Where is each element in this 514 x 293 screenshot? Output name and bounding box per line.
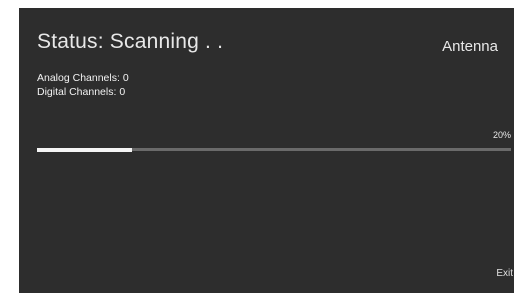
exit-button[interactable]: Exit xyxy=(496,268,513,279)
analog-channels-row: Analog Channels: 0 xyxy=(37,71,129,85)
progress-percent: 20% xyxy=(492,130,511,140)
signal-source: Antenna xyxy=(442,38,498,55)
digital-channels-row: Digital Channels: 0 xyxy=(37,85,129,99)
analog-channels-label: Analog Channels: xyxy=(37,72,120,84)
channel-counts: Analog Channels: 0 Digital Channels: 0 xyxy=(37,71,129,99)
scan-progress-bar xyxy=(37,147,511,152)
analog-channels-count: 0 xyxy=(122,72,129,84)
digital-channels-label: Digital Channels: xyxy=(37,86,117,98)
digital-channels-count: 0 xyxy=(119,86,126,98)
channel-scan-screen: Status: Scanning . . Antenna Analog Chan… xyxy=(19,8,514,293)
scan-status: Status: Scanning . . xyxy=(37,30,224,53)
scan-progress-fill xyxy=(37,147,132,152)
